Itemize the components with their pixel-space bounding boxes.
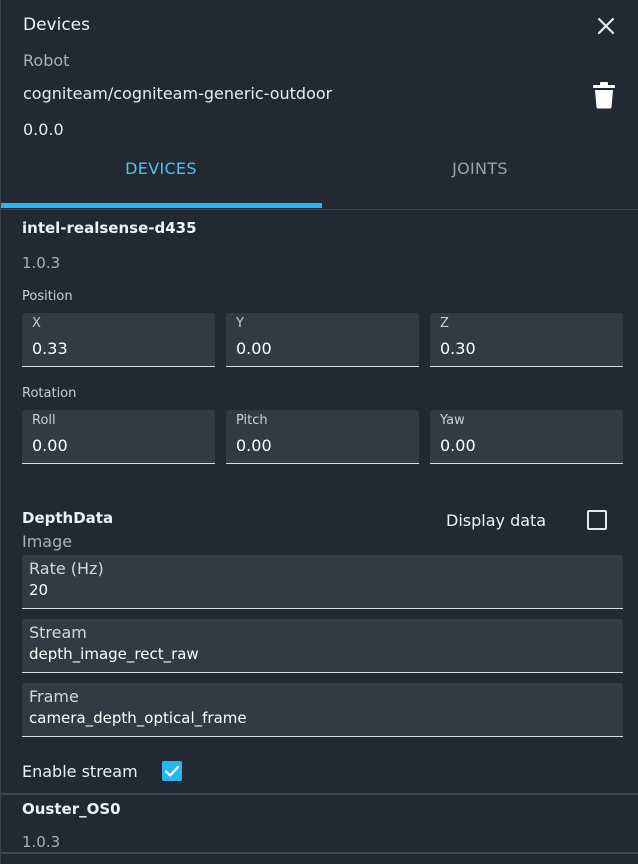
field-label: Stream	[29, 623, 87, 642]
robot-name: cogniteam/cogniteam-generic-outdoor	[23, 84, 333, 103]
field-value: depth_image_rect_raw	[29, 645, 199, 663]
tab-joints[interactable]: JOINTS	[321, 146, 638, 208]
device-name: intel-realsense-d435	[22, 219, 197, 237]
frame-field[interactable]: Frame camera_depth_optical_frame	[22, 683, 623, 737]
next-device-version: 1.0.3	[22, 833, 61, 851]
device-version: 1.0.3	[22, 254, 61, 272]
field-label: Pitch	[236, 413, 268, 428]
depth-data-type: Image	[22, 532, 73, 551]
display-data-label: Display data	[446, 511, 547, 530]
field-value: 0.33	[32, 339, 68, 358]
close-icon[interactable]	[594, 14, 618, 38]
field-value: 0.00	[236, 339, 272, 358]
field-label: Frame	[29, 687, 79, 706]
active-tab-indicator	[1, 203, 322, 208]
tab-bar: DEVICES JOINTS	[1, 146, 638, 210]
field-label: Y	[236, 316, 244, 331]
field-value: 0.00	[32, 436, 68, 455]
field-value: 20	[29, 581, 49, 599]
stream-field[interactable]: Stream depth_image_rect_raw	[22, 619, 623, 673]
enable-stream-checkbox[interactable]	[162, 761, 182, 781]
robot-version: 0.0.0	[23, 120, 64, 139]
display-data-checkbox[interactable]	[587, 510, 607, 530]
divider	[1, 852, 638, 854]
field-value: 0.00	[236, 436, 272, 455]
tab-devices[interactable]: DEVICES	[1, 146, 321, 208]
rotation-pitch-field[interactable]: Pitch 0.00	[226, 410, 419, 464]
field-label: Yaw	[440, 413, 465, 428]
position-y-field[interactable]: Y 0.00	[226, 313, 419, 367]
field-value: 0.00	[440, 436, 476, 455]
position-z-field[interactable]: Z 0.30	[430, 313, 623, 367]
field-label: X	[32, 316, 41, 331]
robot-label: Robot	[23, 51, 70, 70]
rotation-label: Rotation	[22, 386, 77, 401]
position-label: Position	[22, 289, 73, 304]
devices-panel: Devices Robot cogniteam/cogniteam-generi…	[0, 0, 638, 864]
rate-field[interactable]: Rate (Hz) 20	[22, 555, 623, 609]
rotation-yaw-field[interactable]: Yaw 0.00	[430, 410, 623, 464]
panel-title: Devices	[23, 15, 90, 35]
field-label: Z	[440, 316, 449, 331]
field-label: Roll	[32, 413, 56, 428]
trash-icon[interactable]	[591, 80, 617, 110]
checkmark-icon	[164, 765, 180, 777]
divider	[1, 793, 638, 795]
field-label: Rate (Hz)	[29, 559, 104, 578]
depth-data-title: DepthData	[22, 509, 114, 527]
rotation-roll-field[interactable]: Roll 0.00	[22, 410, 215, 464]
next-device-name: Ouster_OS0	[22, 800, 121, 818]
enable-stream-label: Enable stream	[22, 762, 138, 781]
position-x-field[interactable]: X 0.33	[22, 313, 215, 367]
field-value: 0.30	[440, 339, 476, 358]
field-value: camera_depth_optical_frame	[29, 709, 247, 727]
